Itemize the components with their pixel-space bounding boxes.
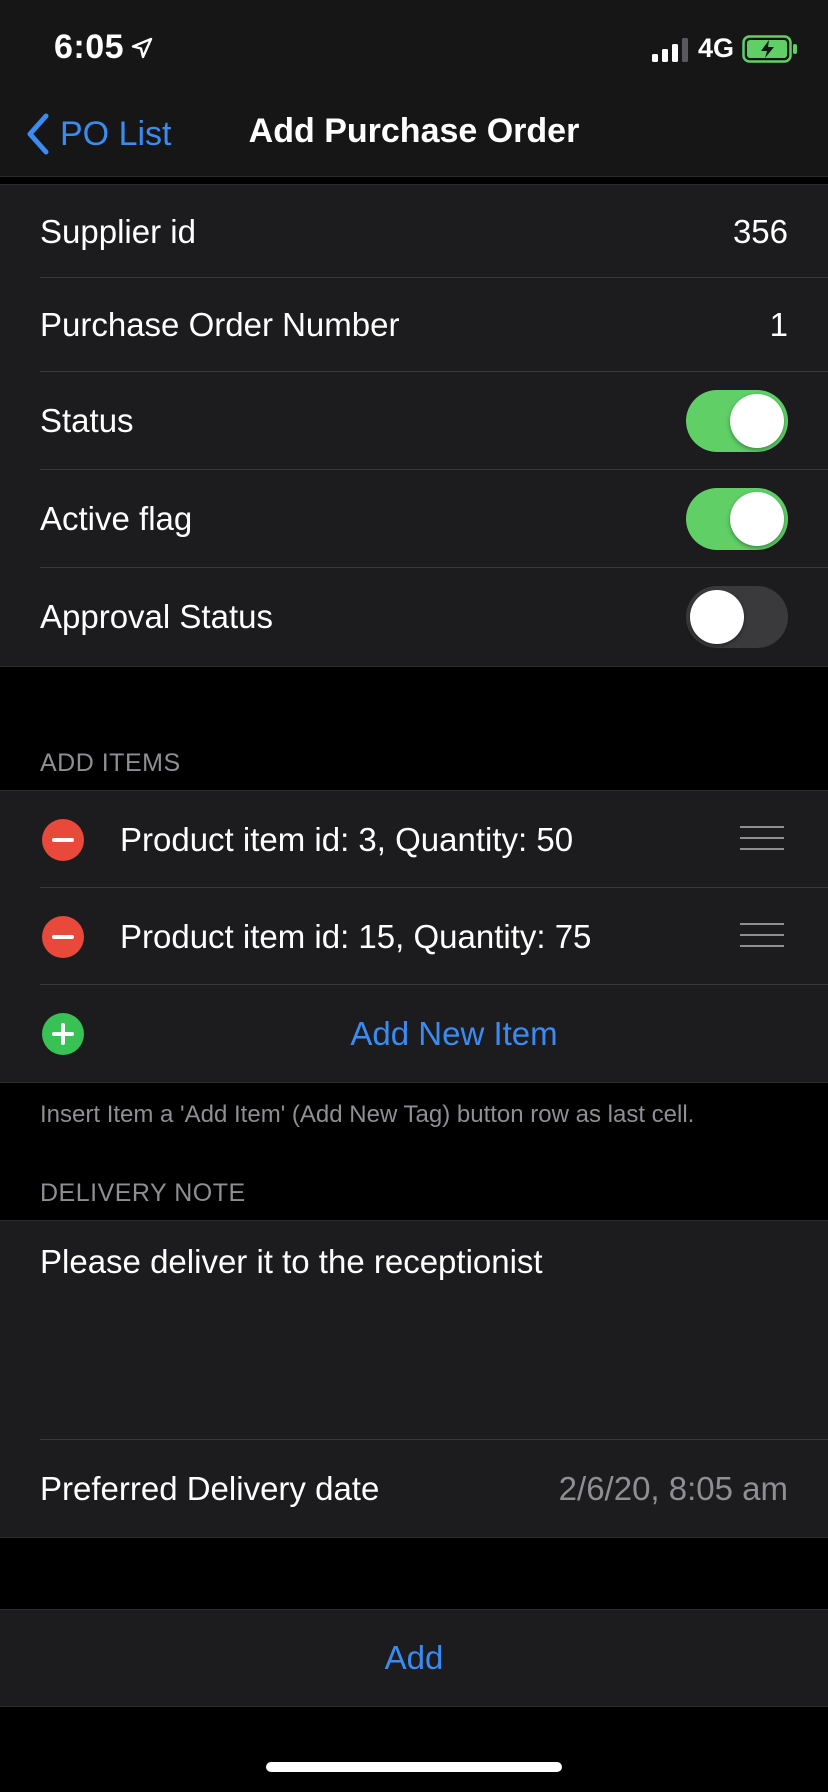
add-new-item-row[interactable]: Add New Item <box>0 985 828 1082</box>
status-toggle[interactable] <box>686 390 788 452</box>
remove-item-button[interactable] <box>42 819 84 861</box>
add-button[interactable]: Add <box>0 1610 828 1706</box>
active-flag-toggle[interactable] <box>686 488 788 550</box>
status-time: 6:05 <box>54 28 125 66</box>
battery-charging-icon <box>742 35 797 63</box>
details-group: Supplier id 356 Purchase Order Number 1 … <box>0 184 828 667</box>
minus-icon <box>52 838 74 842</box>
page-title: Add Purchase Order <box>0 112 828 151</box>
delivery-group: Please deliver it to the receptionist Pr… <box>0 1220 828 1538</box>
list-item[interactable]: Product item id: 3, Quantity: 50 <box>0 791 828 888</box>
delivery-note-text: Please deliver it to the receptionist <box>40 1243 543 1280</box>
po-number-label: Purchase Order Number <box>40 306 400 343</box>
supplier-id-value: 356 <box>732 213 788 250</box>
delivery-note-header: DELIVERY NOTE <box>40 1179 246 1207</box>
add-items-footer: Insert Item a 'Add Item' (Add New Tag) b… <box>40 1101 695 1128</box>
list-item[interactable]: Product item id: 15, Quantity: 75 <box>0 888 828 985</box>
location-arrow-icon <box>131 37 153 59</box>
add-items-header: ADD ITEMS <box>40 749 181 777</box>
status-label: Status <box>40 402 134 439</box>
toggle-knob <box>730 492 784 546</box>
items-group: Product item id: 3, Quantity: 50 Product… <box>0 790 828 1083</box>
delivery-note-field[interactable]: Please deliver it to the receptionist <box>0 1221 828 1440</box>
minus-icon <box>52 935 74 939</box>
po-number-value: 1 <box>769 306 788 343</box>
remove-item-button[interactable] <box>42 916 84 958</box>
po-number-row[interactable]: Purchase Order Number 1 <box>0 278 828 372</box>
supplier-id-row[interactable]: Supplier id 356 <box>0 185 828 278</box>
page-title-text: Add Purchase Order <box>248 112 580 150</box>
toggle-knob <box>690 590 744 644</box>
network-type: 4G <box>698 33 735 63</box>
approval-status-row: Approval Status <box>0 568 828 666</box>
toggle-knob <box>730 394 784 448</box>
submit-group: Add <box>0 1609 828 1707</box>
status-row: Status <box>0 372 828 470</box>
preferred-delivery-date-row[interactable]: Preferred Delivery date 2/6/20, 8:05 am <box>0 1440 828 1537</box>
approval-status-label: Approval Status <box>40 598 273 635</box>
approval-status-toggle[interactable] <box>686 586 788 648</box>
active-flag-row: Active flag <box>0 470 828 568</box>
preferred-delivery-date-value[interactable]: 2/6/20, 8:05 am <box>559 1440 788 1537</box>
item-label: Product item id: 15, Quantity: 75 <box>120 918 592 955</box>
reorder-handle-icon[interactable] <box>740 826 784 852</box>
supplier-id-label: Supplier id <box>40 213 196 250</box>
home-indicator[interactable] <box>266 1762 562 1772</box>
active-flag-label: Active flag <box>40 500 193 537</box>
preferred-delivery-date-label: Preferred Delivery date <box>40 1470 380 1507</box>
reorder-handle-icon[interactable] <box>740 923 784 949</box>
navigation-bar: PO List Add Purchase Order <box>0 96 828 177</box>
signal-bars-icon <box>652 38 688 62</box>
item-label: Product item id: 3, Quantity: 50 <box>120 821 574 858</box>
status-bar: 6:05 4G <box>0 0 828 96</box>
add-new-item-button[interactable]: Add New Item <box>0 985 828 1082</box>
